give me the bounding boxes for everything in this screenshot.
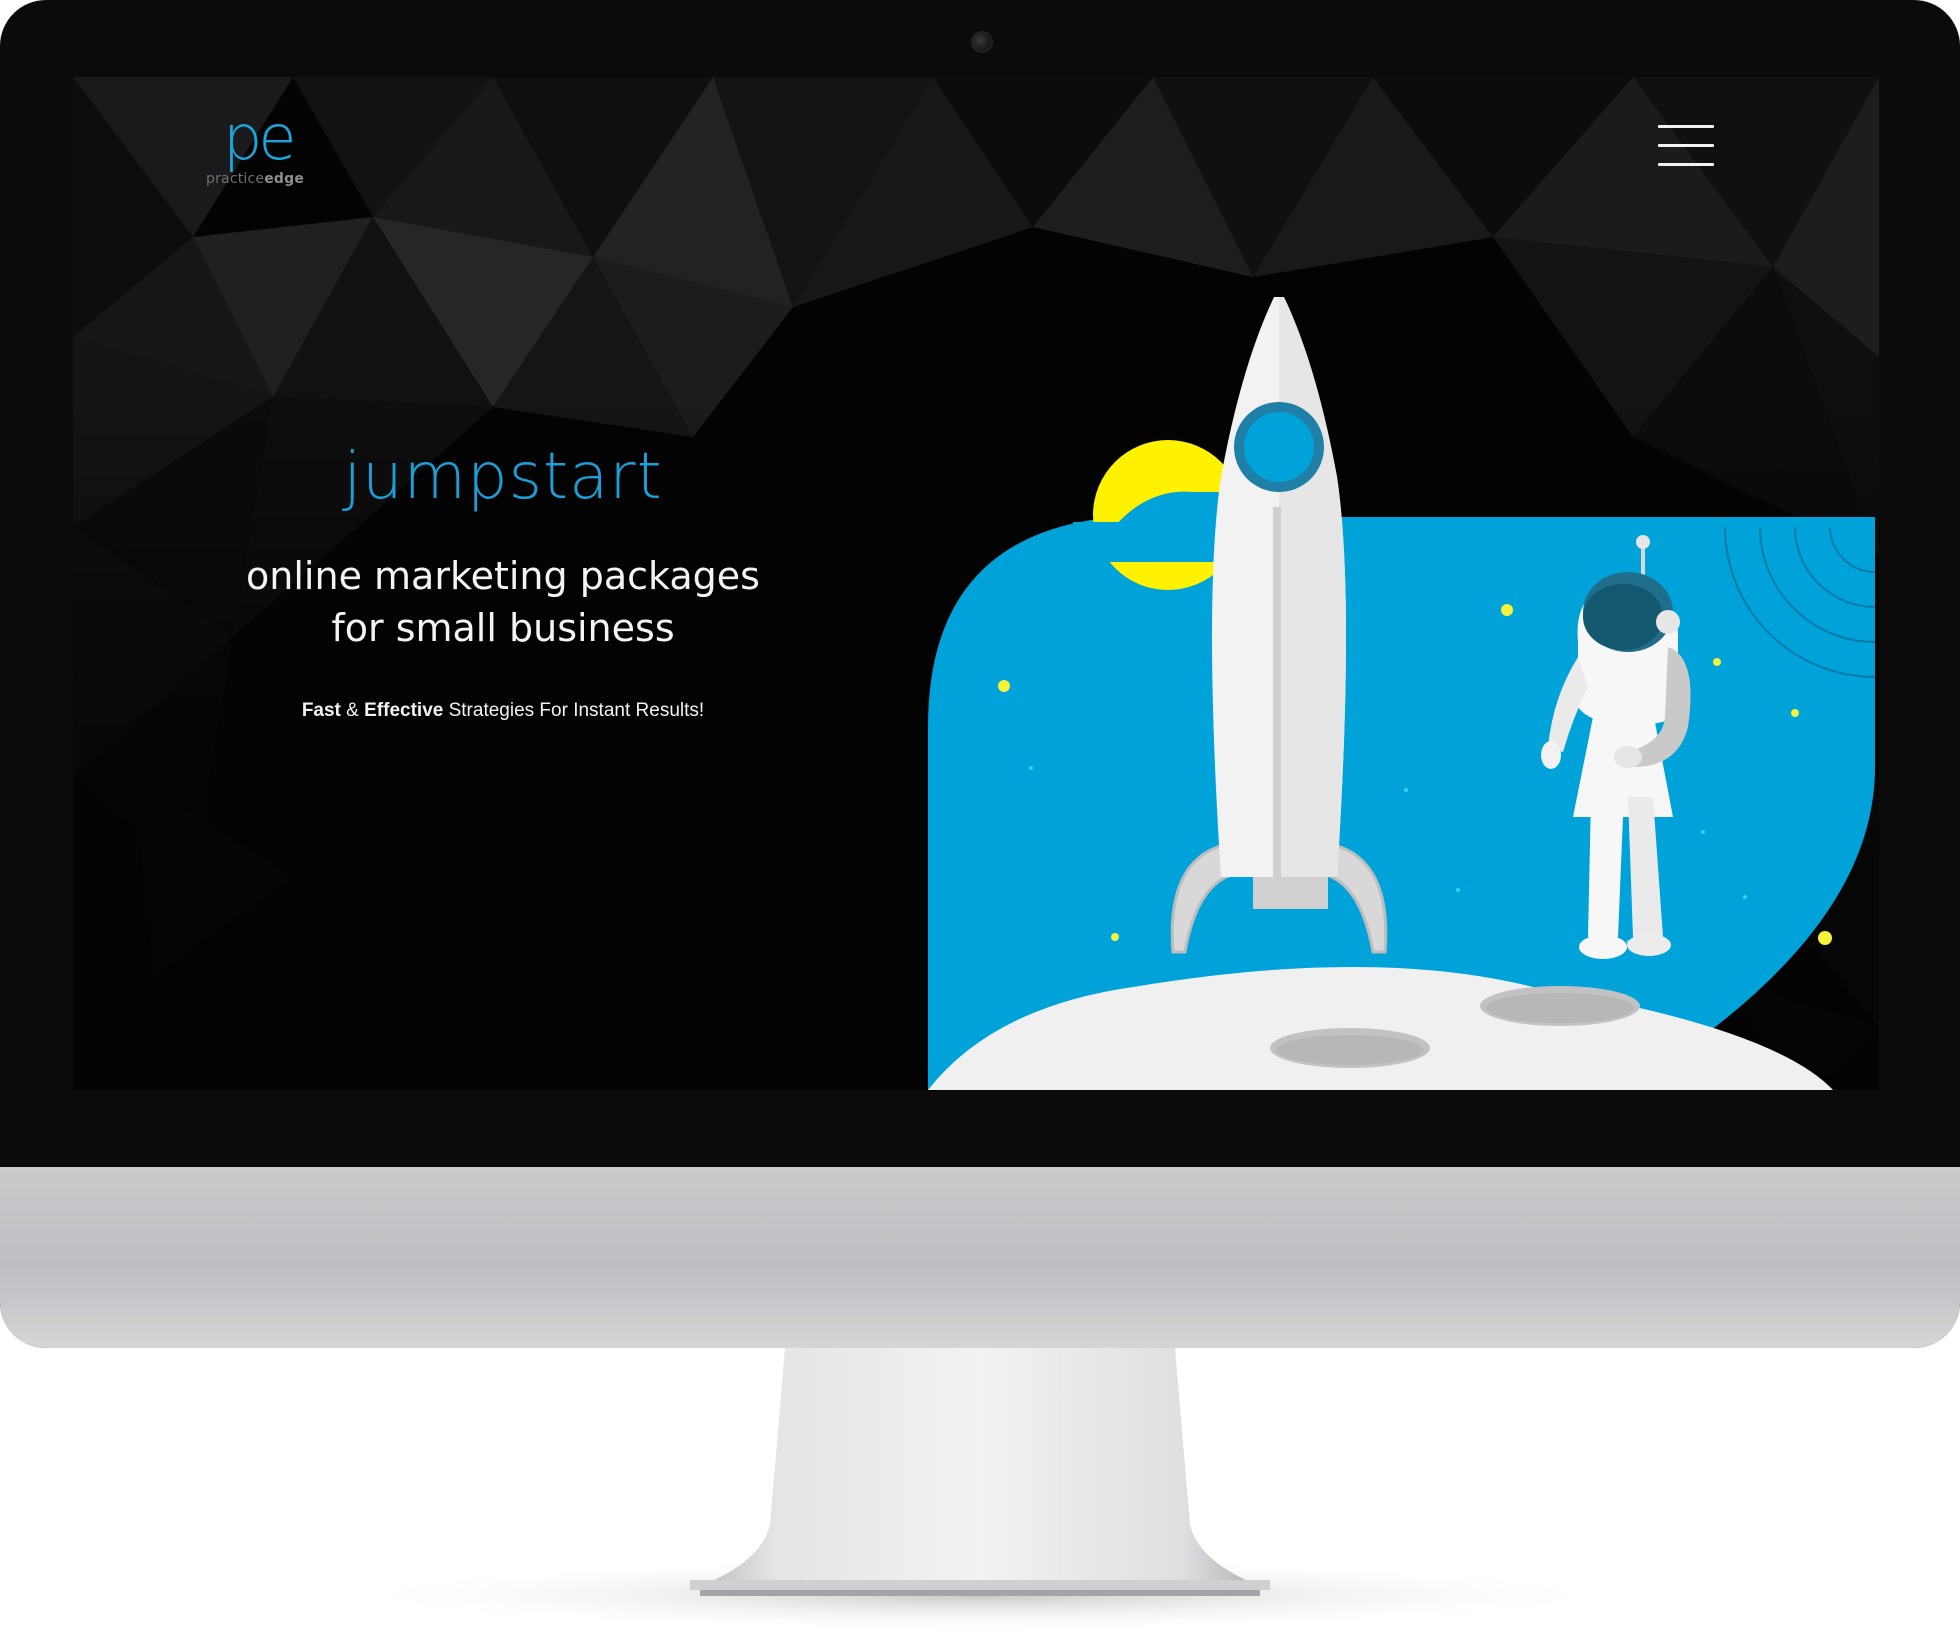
- monitor-mockup: pe practiceedge jumpstart online marketi…: [0, 0, 1960, 1650]
- tagline-amp: &: [340, 700, 365, 721]
- rocket-astronaut-illustration: [928, 297, 1876, 1090]
- hero-subtitle-line2: for small business: [331, 606, 675, 650]
- monitor-chin: [0, 1167, 1960, 1348]
- menu-line: [1658, 125, 1714, 128]
- hero-title: jumpstart: [343, 440, 663, 514]
- monitor-frame: pe practiceedge jumpstart online marketi…: [0, 0, 1960, 1348]
- logo-mark: pe: [223, 101, 296, 174]
- hero-text: jumpstart online marketing packages for …: [133, 442, 873, 722]
- tagline-rest: Strategies For Instant Results!: [443, 700, 705, 721]
- hero-tagline: Fast & Effective Strategies For Instant …: [133, 700, 873, 722]
- brand-logo[interactable]: pe practiceedge: [203, 101, 333, 188]
- tagline-effective: Effective: [364, 700, 444, 721]
- hero-subtitle-line1: online marketing packages: [246, 554, 760, 598]
- menu-line: [1658, 144, 1714, 147]
- logo-wordmark-bold: edge: [264, 171, 305, 187]
- hamburger-menu-icon[interactable]: [1658, 125, 1714, 169]
- camera-icon: [971, 31, 993, 53]
- logo-wordmark: practiceedge: [206, 171, 304, 187]
- logo-wordmark-light: practice: [206, 171, 265, 187]
- monitor-stand: [340, 1348, 1620, 1633]
- hero-subtitle: online marketing packages for small busi…: [133, 550, 873, 654]
- tagline-fast: Fast: [301, 700, 341, 721]
- menu-line: [1658, 163, 1714, 166]
- website-screen: pe practiceedge jumpstart online marketi…: [73, 77, 1879, 1090]
